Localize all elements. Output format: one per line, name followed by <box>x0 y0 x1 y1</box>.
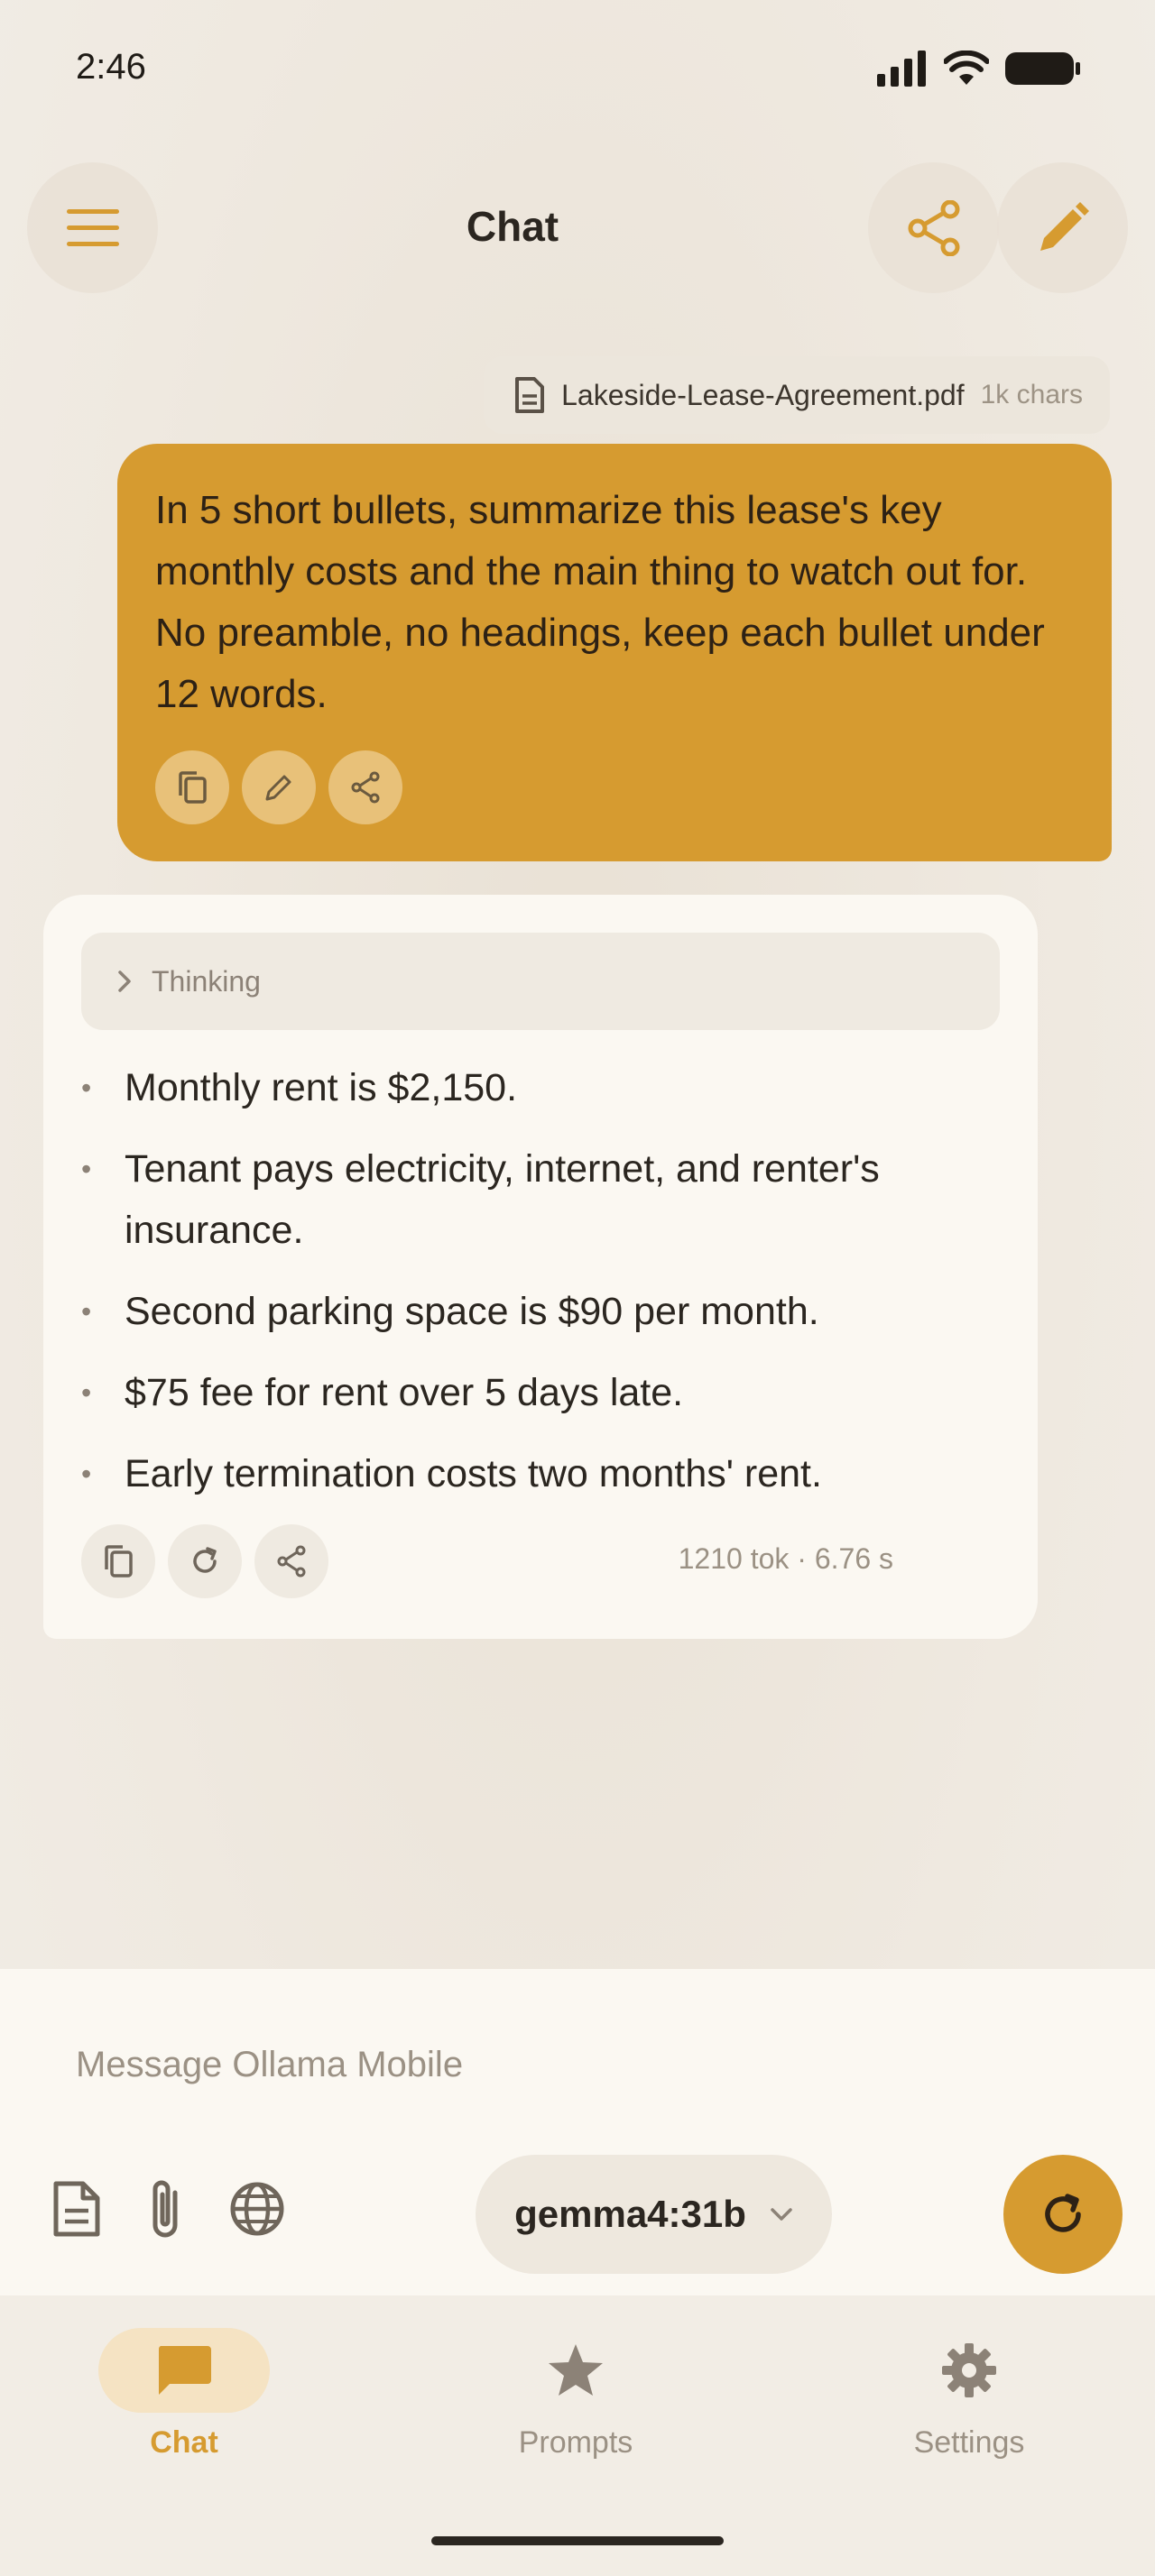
composer-tools <box>52 2176 285 2241</box>
share-icon <box>351 771 380 804</box>
pencil-icon <box>265 775 291 801</box>
response-bullets: Monthly rent is $2,150. Tenant pays elec… <box>81 1057 1000 1504</box>
thinking-label: Thinking <box>152 964 261 998</box>
gear-icon <box>942 2343 996 2397</box>
paperclip-icon[interactable] <box>146 2176 184 2241</box>
nav-item-chat[interactable]: Chat <box>67 2328 301 2461</box>
list-item: Second parking space is $90 per month. <box>81 1281 1000 1342</box>
composer: Message Ollama Mobile gemma4:31b <box>0 1969 1155 2295</box>
attachment-size: 1k chars <box>980 380 1083 409</box>
message-input[interactable]: Message Ollama Mobile <box>76 2045 463 2085</box>
chat-icon <box>158 2346 211 2395</box>
header: Chat <box>0 162 1155 293</box>
copy-icon <box>179 771 207 804</box>
refresh-icon <box>193 1547 217 1573</box>
edit-message-button[interactable] <box>242 750 316 824</box>
assistant-message-actions <box>81 1524 328 1598</box>
document-icon[interactable] <box>52 2180 101 2238</box>
regenerate-button[interactable] <box>1003 2155 1123 2274</box>
response-stats: 1210 tok · 6.76 s <box>678 1542 893 1575</box>
model-selector[interactable]: gemma4:31b <box>476 2155 832 2274</box>
globe-icon[interactable] <box>229 2181 285 2237</box>
document-icon <box>515 377 545 413</box>
status-icons <box>877 51 1081 87</box>
nav-label: Chat <box>150 2425 218 2460</box>
nav-item-settings[interactable]: Settings <box>852 2328 1086 2461</box>
chevron-down-icon <box>771 2208 792 2221</box>
share-chat-button[interactable] <box>868 162 999 293</box>
chevron-right-icon <box>118 971 131 992</box>
status-bar: 2:46 <box>0 0 1155 135</box>
signal-icon <box>877 51 926 87</box>
nav-label: Settings <box>913 2425 1025 2460</box>
wifi-icon <box>944 51 989 85</box>
pencil-icon <box>1040 201 1089 251</box>
star-icon <box>549 2344 603 2396</box>
regenerate-response-button[interactable] <box>168 1524 242 1598</box>
share-message-button[interactable] <box>328 750 402 824</box>
assistant-message-card: Thinking Monthly rent is $2,150. Tenant … <box>43 895 1038 1639</box>
list-item: $75 fee for rent over 5 days late. <box>81 1362 1000 1423</box>
new-chat-button[interactable] <box>997 162 1128 293</box>
model-name: gemma4:31b <box>514 2193 746 2235</box>
list-item: Tenant pays electricity, internet, and r… <box>81 1138 1000 1261</box>
list-item: Early termination costs two months' rent… <box>81 1443 1000 1504</box>
home-indicator <box>431 2536 724 2545</box>
list-item: Monthly rent is $2,150. <box>81 1057 1000 1118</box>
share-response-button[interactable] <box>254 1524 328 1598</box>
nav-label: Prompts <box>518 2425 633 2460</box>
attachment-name: Lakeside-Lease-Agreement.pdf <box>561 378 965 411</box>
chat-screen: 2:46 Chat Lakeside-Lease-Agreement.pdf 1… <box>0 0 1155 2576</box>
share-icon <box>277 1545 306 1578</box>
user-message-actions <box>155 750 402 824</box>
user-message-bubble: In 5 short bullets, summarize this lease… <box>117 444 1112 861</box>
battery-icon <box>1005 52 1080 85</box>
refresh-icon <box>1045 2194 1081 2232</box>
nav-item-prompts[interactable]: Prompts <box>458 2328 693 2461</box>
share-icon <box>908 199 959 256</box>
copy-response-button[interactable] <box>81 1524 155 1598</box>
user-message-text: In 5 short bullets, summarize this lease… <box>155 488 1045 716</box>
status-time: 2:46 <box>76 47 146 87</box>
copy-message-button[interactable] <box>155 750 229 824</box>
bottom-navigation: Chat Prompts Settings <box>0 2295 1155 2576</box>
copy-icon <box>105 1545 133 1578</box>
attachment-chip[interactable]: Lakeside-Lease-Agreement.pdf 1k chars <box>484 356 1110 434</box>
thinking-toggle[interactable]: Thinking <box>81 933 1000 1030</box>
